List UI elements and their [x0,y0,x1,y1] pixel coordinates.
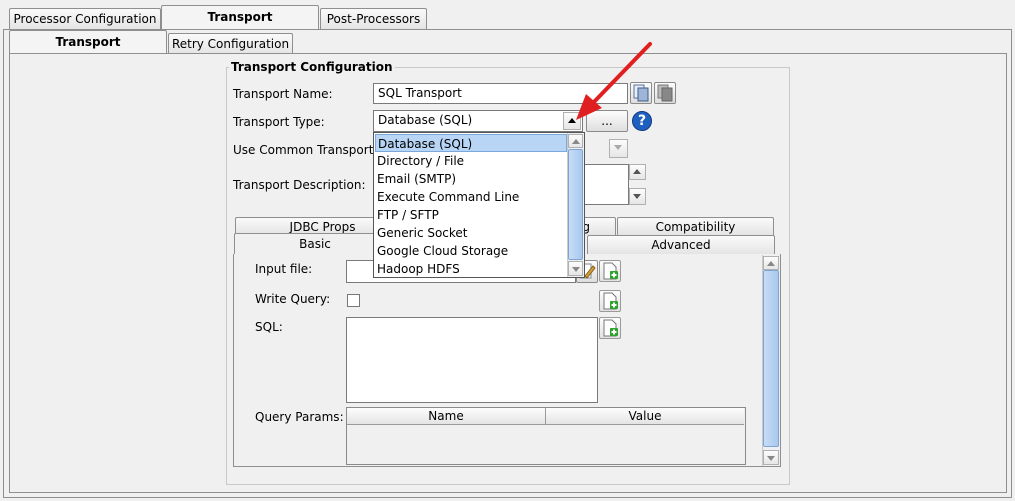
annotation-arrow [576,42,652,120]
scroll-up-icon [767,261,775,266]
scroll-down-icon [767,456,775,461]
scroll-up-icon [633,169,641,174]
list-item[interactable]: FTP / SFTP [375,206,567,224]
dropdown-scroll-down[interactable] [568,261,583,276]
column-header-name[interactable]: Name [347,408,546,425]
transport-type-dropdown-list: Database (SQL) Directory / File Email (S… [373,132,585,278]
tab-post-processors[interactable]: Post-Processors [320,8,427,29]
transport-type-label: Transport Type: [233,115,325,129]
list-item[interactable]: Hadoop HDFS [375,260,567,278]
tab-compatibility[interactable]: Compatibility [617,217,774,235]
transport-name-label: Transport Name: [233,87,333,101]
panel-scroll-up[interactable] [763,256,779,270]
dropdown-scroll-thumb[interactable] [568,149,583,260]
use-common-transport-label: Use Common Transport [233,143,374,157]
scroll-down-icon [633,194,641,199]
group-title: Transport Configuration [229,60,395,74]
list-item[interactable]: Execute Command Line [375,188,567,206]
list-item[interactable]: Google Cloud Storage [375,242,567,260]
common-transport-dropdown-toggle[interactable] [609,139,628,158]
add-sql-button[interactable] [599,317,621,339]
transport-description-label: Transport Description: [233,178,366,192]
write-query-checkbox[interactable] [347,294,360,307]
dropdown-scroll-up[interactable] [568,134,583,148]
description-scroll-down[interactable] [629,188,646,205]
transport-type-select[interactable]: Database (SQL) [373,110,583,132]
add-document-icon [603,319,618,337]
add-document-icon [603,292,618,310]
list-item[interactable]: Generic Socket [375,224,567,242]
query-params-label: Query Params: [255,410,344,424]
subtab-transport-configuration[interactable]: Transport Configuration [9,30,167,71]
subtab-retry-configuration[interactable]: Retry Configuration [168,33,293,54]
description-scroll-up[interactable] [629,164,646,180]
sql-textarea[interactable] [346,317,598,403]
list-item[interactable]: Email (SMTP) [375,170,567,188]
panel-scroll-down[interactable] [763,450,779,465]
chevron-down-icon [614,145,622,150]
tab-processor-configuration[interactable]: Processor Configuration [9,8,161,29]
write-query-label: Write Query: [255,292,331,306]
add-input-file-button[interactable] [599,260,621,282]
panel-scroll-thumb[interactable] [763,270,779,447]
scroll-up-icon [572,139,580,144]
sql-label: SQL: [255,320,283,334]
list-item[interactable]: Database (SQL) [375,134,567,152]
input-file-label: Input file: [255,262,313,276]
add-write-query-button[interactable] [599,290,621,312]
tab-advanced[interactable]: Advanced [587,235,775,254]
tab-transport-configuration[interactable]: Transport Configuration [161,5,319,46]
scroll-down-icon [572,267,580,272]
list-item[interactable]: Directory / File [375,152,567,170]
add-document-icon [603,262,618,280]
column-header-value[interactable]: Value [546,408,744,425]
tab-basic[interactable]: Basic [234,233,396,255]
